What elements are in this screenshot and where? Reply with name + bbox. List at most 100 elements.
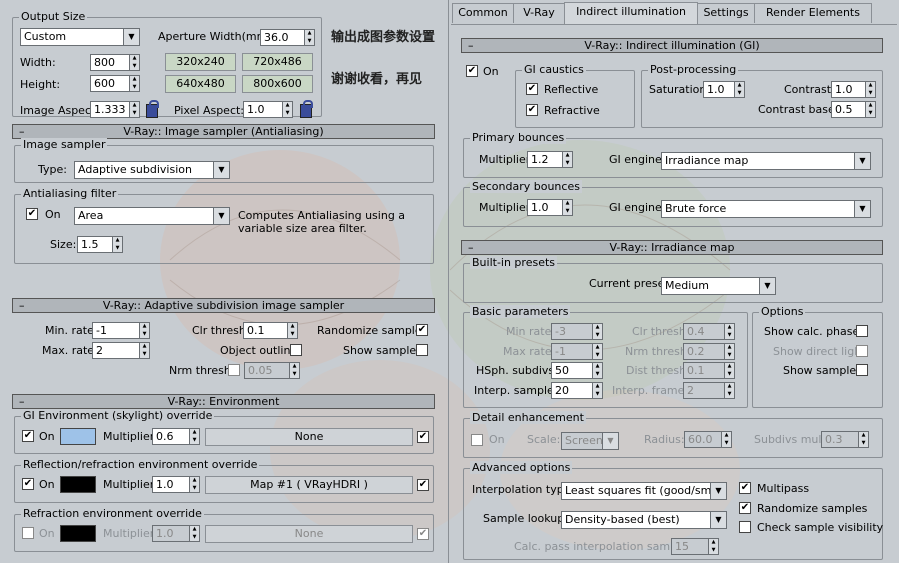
secondary-multiplier-spinner[interactable]: 1.0 ▲ ▼ xyxy=(527,199,573,216)
contrast-spinner[interactable]: 1.0 ▲ ▼ xyxy=(831,81,876,98)
tab-common[interactable]: Common xyxy=(452,3,514,23)
refl-env-multiplier-spinner[interactable]: 1.0 ▲ ▼ xyxy=(152,476,200,493)
refl-env-map-button[interactable]: Map #1 ( VRayHDRI ) xyxy=(205,476,413,494)
hsph-subdivs-spinner[interactable]: 50 ▲ ▼ xyxy=(551,362,603,379)
refr-env-multiplier-spinner[interactable]: 1.0 ▲ ▼ xyxy=(152,525,200,542)
tab-settings[interactable]: Settings xyxy=(697,3,755,23)
multipass-label: Multipass xyxy=(757,482,810,495)
image-aspect-spinner[interactable]: 1.333 ▲ ▼ xyxy=(90,101,140,118)
right-render-panel: Common V-Ray Indirect illumination Setti… xyxy=(448,0,899,563)
contrast-base-spinner[interactable]: 0.5 ▲ ▼ xyxy=(831,101,876,118)
primary-multiplier-label: Multiplier: xyxy=(479,153,534,166)
gi-env-map-checkbox[interactable]: ✔ xyxy=(417,431,429,443)
randomize-samples-checkbox[interactable]: ✔ xyxy=(416,324,428,336)
calc-pass-spinner[interactable]: 15 ▲ ▼ xyxy=(671,538,719,555)
height-spinner[interactable]: 600 ▲ ▼ xyxy=(90,75,140,92)
irr-min-rate-spinner[interactable]: -3 ▲ ▼ xyxy=(551,323,603,340)
current-preset-dropdown[interactable]: Medium ▼ xyxy=(661,277,776,295)
show-calc-phase-checkbox[interactable] xyxy=(856,325,868,337)
preset-640x480-button[interactable]: 640x480 xyxy=(165,75,236,93)
refr-env-on-checkbox[interactable] xyxy=(22,527,34,539)
irradiance-map-rollout[interactable]: – V-Ray:: Irradiance map xyxy=(461,240,883,255)
adaptive-min-rate-label: Min. rate: xyxy=(45,324,98,337)
gi-env-multiplier-label: Multiplier: xyxy=(103,430,158,443)
image-aspect-lock-icon[interactable] xyxy=(146,100,159,118)
adaptive-subdivision-rollout[interactable]: – V-Ray:: Adaptive subdivision image sam… xyxy=(12,298,435,313)
chevron-down-icon: ▼ xyxy=(710,483,726,499)
tab-indirect-illumination[interactable]: Indirect illumination xyxy=(564,2,698,24)
output-preset-dropdown[interactable]: Custom ▼ xyxy=(20,28,140,46)
sampler-type-dropdown[interactable]: Adaptive subdivision ▼ xyxy=(74,161,230,179)
preset-720x486-button[interactable]: 720x486 xyxy=(242,53,313,71)
irr-dist-thresh-label: Dist thresh: xyxy=(626,364,690,377)
interpolation-type-dropdown[interactable]: Least squares fit (good/smooth ▼ xyxy=(561,482,727,500)
aa-filter-on-checkbox[interactable]: ✔ xyxy=(26,208,38,220)
adaptive-nrm-thresh-spinner[interactable]: 0.05 ▲ ▼ xyxy=(244,362,300,379)
object-outline-checkbox[interactable] xyxy=(290,344,302,356)
irr-max-rate-spinner[interactable]: -1 ▲ ▼ xyxy=(551,343,603,360)
tab-divider xyxy=(451,24,897,25)
primary-multiplier-spinner[interactable]: 1.2 ▲ ▼ xyxy=(527,151,573,168)
irr-nrm-thresh-spinner[interactable]: 0.2 ▲ ▼ xyxy=(683,343,735,360)
environment-rollout[interactable]: – V-Ray:: Environment xyxy=(12,394,435,409)
aperture-spinner[interactable]: 36.0 ▲ ▼ xyxy=(260,29,315,46)
multipass-checkbox[interactable]: ✔ xyxy=(739,482,751,494)
pixel-aspect-lock-icon[interactable] xyxy=(300,100,313,118)
irr-clr-thresh-spinner[interactable]: 0.4 ▲ ▼ xyxy=(683,323,735,340)
check-visibility-checkbox[interactable] xyxy=(739,521,751,533)
preset-320x240-button[interactable]: 320x240 xyxy=(165,53,236,71)
saturation-spinner[interactable]: 1.0 ▲ ▼ xyxy=(703,81,745,98)
aa-filter-dropdown[interactable]: Area ▼ xyxy=(74,207,230,225)
aa-size-spinner[interactable]: 1.5 ▲ ▼ xyxy=(77,236,123,253)
detail-scale-label: Scale: xyxy=(527,433,561,446)
gi-env-on-checkbox[interactable]: ✔ xyxy=(22,430,34,442)
refr-env-map-button[interactable]: None xyxy=(205,525,413,543)
refr-env-color-swatch[interactable] xyxy=(60,525,96,542)
refl-env-color-swatch[interactable] xyxy=(60,476,96,493)
sample-lookup-dropdown[interactable]: Density-based (best) ▼ xyxy=(561,511,727,529)
refl-env-on-checkbox[interactable]: ✔ xyxy=(22,478,34,490)
contrast-label: Contrast: xyxy=(784,83,835,96)
irr-show-samples-checkbox[interactable] xyxy=(856,364,868,376)
adaptive-min-rate-spinner[interactable]: -1 ▲ ▼ xyxy=(92,322,150,339)
detail-radius-spinner[interactable]: 60.0 ▲ ▼ xyxy=(684,431,732,448)
irr-randomize-checkbox[interactable]: ✔ xyxy=(739,502,751,514)
saturation-label: Saturation: xyxy=(649,83,711,96)
detail-on-checkbox[interactable] xyxy=(471,434,483,446)
hsph-subdivs-label: HSph. subdivs: xyxy=(476,364,558,377)
secondary-gi-engine-dropdown[interactable]: Brute force ▼ xyxy=(661,200,871,218)
secondary-gi-engine-label: GI engine: xyxy=(609,201,666,214)
show-direct-light-label: Show direct light xyxy=(773,345,866,358)
show-direct-light-checkbox[interactable] xyxy=(856,345,868,357)
tab-vray[interactable]: V-Ray xyxy=(513,3,565,23)
gi-env-color-swatch[interactable] xyxy=(60,428,96,445)
subdivs-mult-label: Subdivs mult. xyxy=(754,433,830,446)
irr-dist-thresh-spinner[interactable]: 0.1 ▲ ▼ xyxy=(683,362,735,379)
irr-show-samples-label: Show samples xyxy=(783,364,862,377)
gi-env-multiplier-spinner[interactable]: 0.6 ▲ ▼ xyxy=(152,428,200,445)
pixel-aspect-label: Pixel Aspect: xyxy=(174,104,245,117)
preset-800x600-button[interactable]: 800x600 xyxy=(242,75,313,93)
refr-env-map-checkbox[interactable]: ✔ xyxy=(417,528,429,540)
interp-samples-spinner[interactable]: 20 ▲ ▼ xyxy=(551,382,603,399)
image-sampler-rollout[interactable]: – V-Ray:: Image sampler (Antialiasing) xyxy=(12,124,435,139)
primary-gi-engine-dropdown[interactable]: Irradiance map ▼ xyxy=(661,152,871,170)
check-visibility-label: Check sample visibility xyxy=(757,521,884,534)
adaptive-clr-thresh-spinner[interactable]: 0.1 ▲ ▼ xyxy=(243,322,298,339)
nrm-thresh-checkbox[interactable] xyxy=(228,364,240,376)
detail-scale-dropdown[interactable]: Screen ▼ xyxy=(561,432,619,450)
pixel-aspect-spinner[interactable]: 1.0 ▲ ▼ xyxy=(243,101,293,118)
subdivs-mult-spinner[interactable]: 0.3 ▲ ▼ xyxy=(821,431,869,448)
reflective-checkbox[interactable]: ✔ xyxy=(526,83,538,95)
refractive-checkbox[interactable]: ✔ xyxy=(526,104,538,116)
gi-rollout[interactable]: – V-Ray:: Indirect illumination (GI) xyxy=(461,38,883,53)
image-aspect-label: Image Aspect: xyxy=(20,104,100,117)
tab-render-elements[interactable]: Render Elements xyxy=(754,3,872,23)
gi-env-map-button[interactable]: None xyxy=(205,428,413,446)
gi-on-checkbox[interactable]: ✔ xyxy=(466,65,478,77)
irr-interp-frames-spinner[interactable]: 2 ▲ ▼ xyxy=(683,382,735,399)
width-spinner[interactable]: 800 ▲ ▼ xyxy=(90,54,140,71)
refl-env-map-checkbox[interactable]: ✔ xyxy=(417,479,429,491)
adaptive-max-rate-spinner[interactable]: 2 ▲ ▼ xyxy=(92,342,150,359)
adaptive-show-samples-checkbox[interactable] xyxy=(416,344,428,356)
